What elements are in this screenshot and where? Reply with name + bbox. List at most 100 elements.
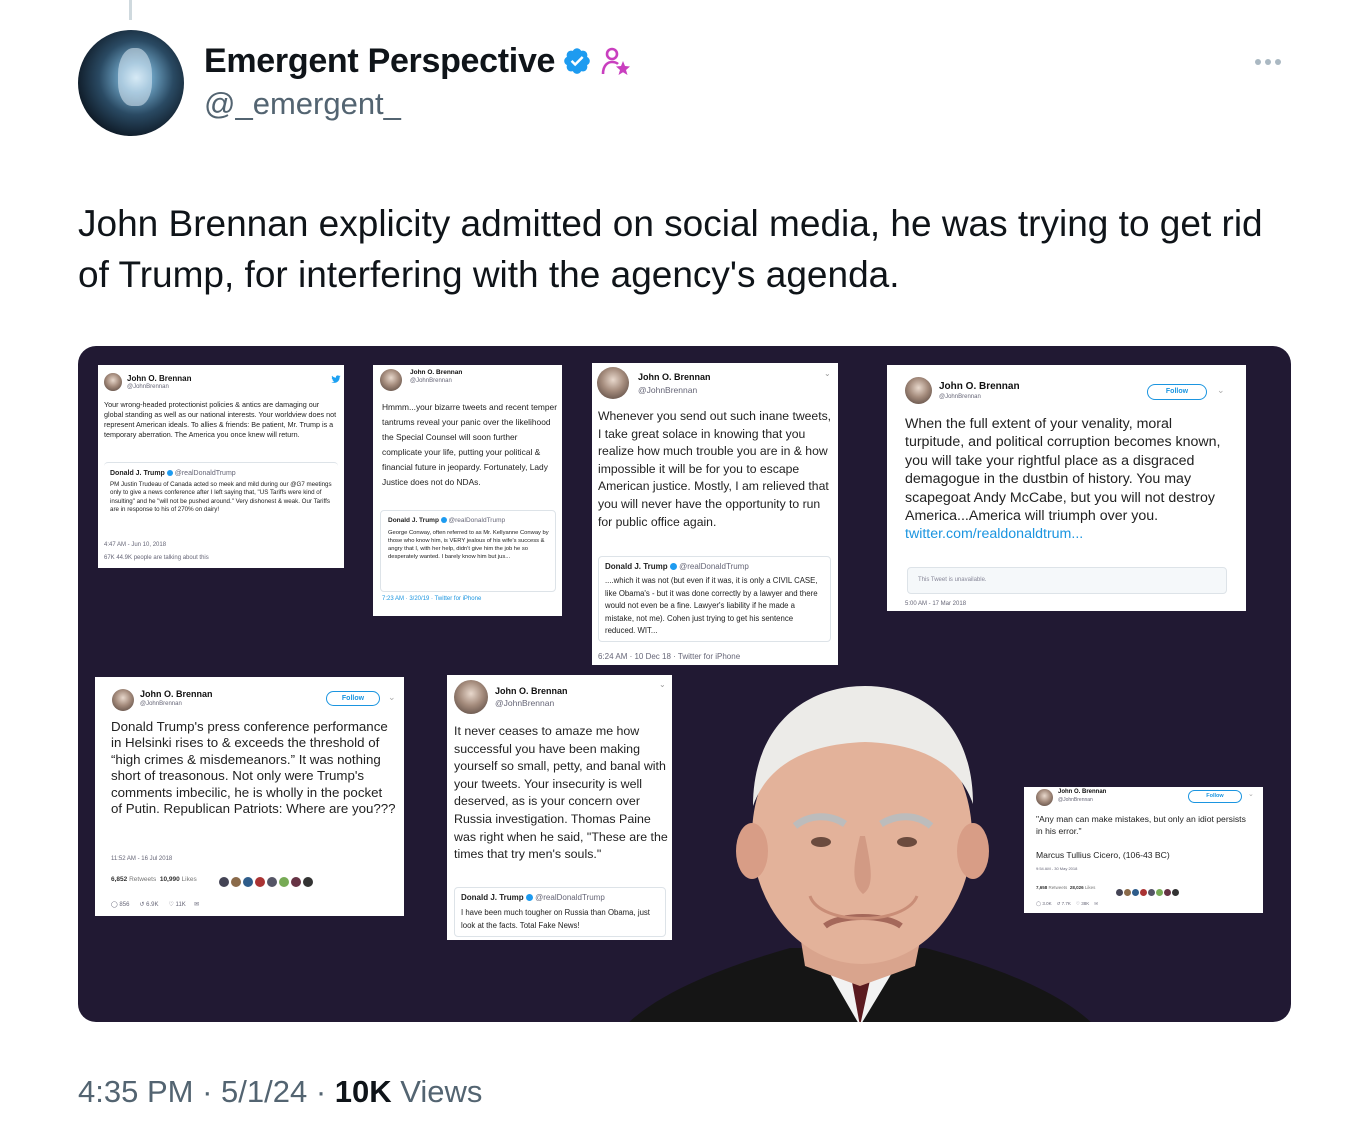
screenshot-card-2: John O. Brennan @JohnBrennan Hmmm...your…: [373, 365, 562, 616]
screenshot-card-4: John O. Brennan @JohnBrennan Follow ⌄ Wh…: [887, 365, 1246, 611]
more-options-icon[interactable]: [1255, 52, 1289, 72]
quoted-author-name: Donald J. Trump @realDonaldTrump: [110, 470, 236, 477]
follow-button[interactable]: Follow: [1147, 384, 1207, 400]
screenshot-card-7: John O. Brennan @JohnBrennan Follow ⌄ "A…: [1024, 787, 1263, 913]
card-body-text: "Any man can make mistakes, but only an …: [1036, 814, 1246, 836]
chevron-down-icon[interactable]: ⌄: [1248, 790, 1254, 798]
message-icon[interactable]: ✉: [1094, 901, 1098, 906]
retweet-count: 7.7K: [1061, 901, 1071, 906]
heart-icon[interactable]: ♡: [168, 902, 173, 908]
screenshot-card-3: John O. Brennan @JohnBrennan ⌄ Whenever …: [592, 363, 838, 665]
card-author-handle: @JohnBrennan: [140, 701, 182, 707]
screenshot-card-1: John O. Brennan @JohnBrennan Your wrong-…: [98, 365, 344, 568]
quoted-tweet: Donald J. Trump @realDonaldTrump George …: [380, 510, 556, 592]
reply-icon[interactable]: ◯: [1036, 901, 1041, 906]
card-author-handle: @JohnBrennan: [495, 698, 555, 708]
tweet-date: 5/1/24: [221, 1074, 308, 1109]
unavailable-tweet-box: This Tweet is unavailable.: [907, 567, 1227, 594]
tweet-media-image[interactable]: John O. Brennan @JohnBrennan Your wrong-…: [78, 346, 1291, 1022]
brennan-avatar: [112, 689, 134, 711]
card-body-text: Your wrong-headed protectionist policies…: [104, 400, 337, 439]
reply-count: 856: [119, 902, 130, 908]
card-author-handle: @JohnBrennan: [1058, 797, 1093, 803]
views-count: 10K: [334, 1074, 392, 1109]
author-handle[interactable]: @_emergent_: [204, 86, 401, 122]
separator-dot: ·: [193, 1074, 222, 1109]
retweet-icon[interactable]: ↺: [139, 902, 144, 908]
card-body-main: When the full extent of your venality, m…: [905, 416, 1221, 525]
card-engagement-row: 7,658 Retweets 28,026 Likes: [1036, 885, 1095, 890]
separator-dot: ·: [307, 1074, 335, 1109]
card-author-handle: @JohnBrennan: [410, 378, 452, 384]
card-body-text: When the full extent of your venality, m…: [905, 415, 1233, 544]
brennan-avatar: [104, 373, 122, 391]
unavailable-text: This Tweet is unavailable.: [918, 577, 987, 583]
reply-icon[interactable]: ◯: [111, 902, 118, 908]
card-body-text: Donald Trump's press conference performa…: [111, 719, 396, 817]
likes-count: 10,990: [159, 876, 180, 883]
card-timestamp: 11:52 AM - 16 Jul 2018: [111, 856, 173, 862]
verified-badge-icon: [669, 563, 677, 571]
author-avatar[interactable]: [78, 30, 184, 136]
author-name[interactable]: Emergent Perspective: [204, 42, 555, 81]
card-body-link[interactable]: twitter.com/realdonaldtrum...: [905, 526, 1083, 542]
card-timestamp: 9:54 AM - 30 May 2018: [1036, 866, 1078, 871]
affiliate-person-icon[interactable]: [600, 46, 632, 78]
tweet-timestamp[interactable]: 4:35 PM · 5/1/24 · 10K Views: [78, 1074, 482, 1110]
card-action-bar: ◯ 3.0K ↺ 7.7K ♡ 38K ✉: [1036, 901, 1098, 907]
card-author-handle: @JohnBrennan: [638, 385, 698, 395]
brennan-avatar: [905, 377, 932, 404]
chevron-down-icon[interactable]: ⌄: [1217, 385, 1225, 396]
likes-count: 28,026: [1069, 885, 1084, 890]
message-icon[interactable]: ✉: [194, 902, 199, 908]
verified-badge-icon: [166, 470, 173, 477]
card-author-name: John O. Brennan: [1058, 789, 1107, 795]
card-timestamp: 6:24 AM · 10 Dec 18 · Twitter for iPhone: [598, 652, 741, 661]
views-label: Views: [391, 1074, 483, 1109]
tweet-time: 4:35 PM: [78, 1074, 194, 1109]
reply-count: 3.0K: [1042, 901, 1052, 906]
card-author-handle: @JohnBrennan: [127, 384, 169, 390]
card-author-name: John O. Brennan: [410, 369, 463, 376]
quoted-tweet: Donald J. Trump @realDonaldTrump ....whi…: [598, 556, 831, 642]
card-timestamp: 4:47 AM - Jun 10, 2018: [104, 542, 167, 548]
card-author-name: John O. Brennan: [495, 686, 568, 696]
chevron-down-icon[interactable]: ⌄: [388, 692, 396, 703]
card-body-attribution: Marcus Tullius Cicero, (106-43 BC): [1036, 850, 1170, 860]
heart-icon[interactable]: ♡: [1076, 901, 1080, 906]
brennan-avatar: [454, 680, 488, 714]
retweets-label: Retweets: [1048, 885, 1068, 890]
card-body-text: Whenever you send out such inane tweets,…: [598, 409, 832, 529]
card-action-bar: ◯ 856 ↺ 6.9K ♡ 11K ✉: [111, 901, 199, 908]
card-timestamp: 5:00 AM - 17 Mar 2018: [905, 601, 967, 607]
quoted-author-name: Donald J. Trump @realDonaldTrump: [388, 517, 506, 524]
liker-avatars: [219, 874, 313, 887]
retweets-label: Retweets: [129, 876, 157, 883]
card-timestamp: 7:23 AM · 3/20/19 · Twitter for iPhone: [382, 596, 482, 602]
quoted-author-name: Donald J. Trump @realDonaldTrump: [605, 562, 749, 571]
retweet-count: 6.9K: [146, 902, 159, 908]
thread-connector-line: [129, 0, 132, 20]
verified-badge-icon: [525, 894, 533, 902]
brennan-avatar: [597, 367, 629, 399]
verified-badge-icon: [564, 48, 590, 74]
retweet-icon[interactable]: ↺: [1057, 901, 1061, 906]
tweet-text: John Brennan explicity admitted on socia…: [78, 203, 1263, 295]
follow-button[interactable]: Follow: [326, 691, 380, 706]
quoted-body-text: George Conway, often referred to as Mr. …: [388, 530, 549, 560]
quoted-body-text: PM Justin Trudeau of Canada acted so mee…: [110, 481, 332, 514]
card-stats: 67K 44.9K people are talking about this: [104, 555, 209, 561]
screenshot-card-5: John O. Brennan @JohnBrennan Follow ⌄ Do…: [95, 677, 404, 916]
chevron-down-icon[interactable]: ⌄: [824, 369, 831, 378]
follow-button[interactable]: Follow: [1188, 790, 1242, 803]
card-author-name: John O. Brennan: [127, 374, 192, 383]
likes-label: Likes: [181, 876, 197, 883]
card-author-name: John O. Brennan: [140, 689, 213, 699]
retweets-count: 6,852: [111, 876, 128, 883]
liker-avatars: [1116, 883, 1179, 896]
retweets-count: 7,658: [1036, 885, 1048, 890]
card-author-name: John O. Brennan: [638, 372, 711, 382]
card-engagement-row: 6,852 Retweets 10,990 Likes: [111, 876, 197, 883]
twitter-bird-icon: [331, 375, 341, 383]
card-body-text: Hmmm...your bizarre tweets and recent te…: [382, 402, 558, 487]
